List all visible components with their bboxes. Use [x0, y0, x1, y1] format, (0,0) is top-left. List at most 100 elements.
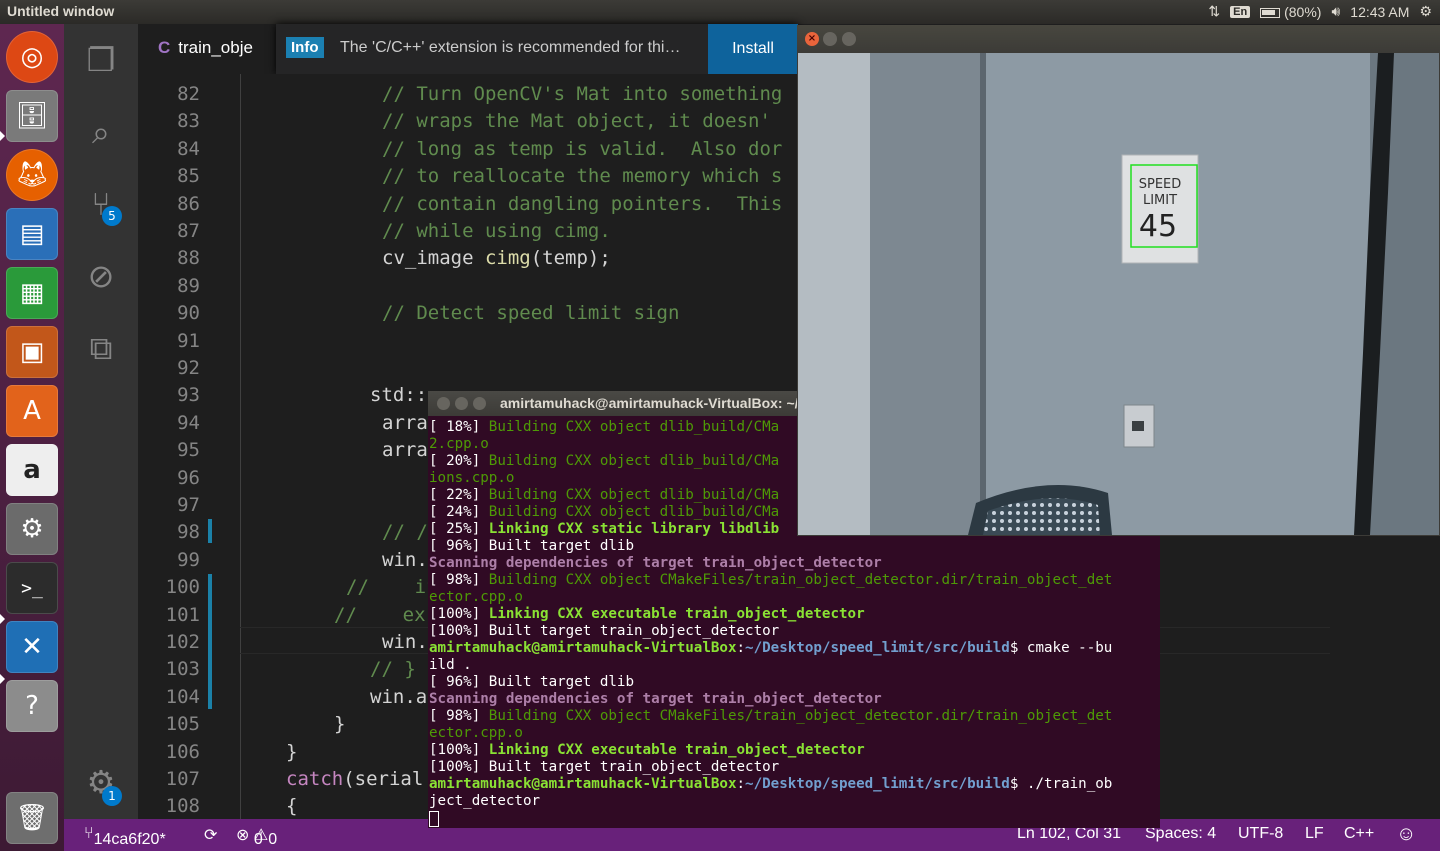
terminal-text-segment: [100%] — [429, 742, 489, 758]
unity-launcher: ◎ 🗄︎ 🦊︎ ▤ ▦ ▣ A a ⚙ >_ ✕ ? 🗑︎ — [0, 24, 64, 851]
search-icon[interactable]: ⌕ — [64, 104, 138, 160]
extensions-icon[interactable]: ⧉ — [64, 320, 138, 376]
image-window-titlebar[interactable]: × — [797, 25, 1440, 53]
problems-indicator[interactable]: ⊗ 0 ⚠ 0 — [236, 825, 277, 848]
source-control-icon[interactable]: ⑂ 5 — [64, 176, 138, 232]
code-line: arra — [382, 411, 428, 434]
code-line: // contain dangling pointers. This — [382, 192, 783, 215]
language-mode[interactable]: C++ — [1344, 825, 1374, 843]
terminal-icon[interactable]: >_ — [6, 562, 58, 614]
code-line: // } — [370, 658, 416, 681]
code-line: arra — [382, 439, 428, 462]
terminal-text-segment: ~/Desktop/speed_limit/src/build — [745, 776, 1010, 792]
battery-indicator[interactable]: (80%) — [1260, 4, 1321, 20]
window-title: Untitled window — [7, 3, 115, 19]
battery-icon — [1260, 7, 1281, 18]
line-number: 106 — [165, 740, 200, 763]
trash-icon[interactable]: 🗑︎ — [6, 792, 58, 844]
system-settings-icon[interactable]: ⚙ — [6, 503, 58, 555]
line-number: 104 — [165, 685, 200, 708]
editor-tab[interactable]: Ctrain_obje — [138, 24, 288, 74]
image-viewer-window[interactable]: × SPEED LIMIT 45 — [797, 25, 1440, 536]
line-number: 94 — [177, 411, 200, 434]
terminal-line: Scanning dependencies of target train_ob… — [429, 691, 1159, 708]
files-icon[interactable]: 🗄︎ — [6, 90, 58, 142]
sync-icon[interactable]: ⟳ — [204, 825, 217, 845]
explorer-icon[interactable]: ❐ — [64, 32, 138, 88]
terminal-line: [ 96%] Built target dlib — [429, 538, 1159, 555]
terminal-text-segment: [ 18%] — [429, 419, 489, 435]
help-icon[interactable]: ? — [6, 680, 58, 732]
code-line: // to reallocate the memory which s — [382, 165, 783, 188]
code-line: // long as temp is valid. Also dor — [382, 137, 783, 160]
code-line: // Detect speed limit sign — [382, 302, 680, 325]
writer-icon[interactable]: ▤ — [6, 208, 58, 260]
network-icon[interactable]: ⇅ — [1208, 3, 1220, 20]
firefox-icon[interactable]: 🦊︎ — [6, 149, 58, 201]
maximize-window-button[interactable] — [473, 397, 486, 410]
close-window-button[interactable]: × — [805, 32, 819, 46]
terminal-text-segment: [ 20%] — [429, 453, 489, 469]
install-button[interactable]: Install — [708, 24, 798, 74]
manage-gear-icon[interactable]: ⚙ 1 — [64, 754, 138, 810]
terminal-text-segment: Scanning dependencies of target train_ob… — [429, 555, 882, 571]
branch-indicator[interactable]: ⑂ 14ca6f20* — [84, 825, 166, 848]
line-number: 107 — [165, 768, 200, 790]
vscode-icon[interactable]: ✕ — [6, 621, 58, 673]
terminal-text-segment: [ 98%] — [429, 572, 489, 588]
eol-indicator[interactable]: LF — [1305, 825, 1324, 843]
line-number: 99 — [177, 548, 200, 571]
active-app-arrow — [0, 131, 5, 141]
terminal-text-segment: ector.cpp.o — [429, 725, 523, 741]
battery-percent: (80%) — [1284, 3, 1322, 20]
gutter-modified-marker — [208, 519, 212, 543]
line-number: 83 — [177, 110, 200, 133]
terminal-line: [100%] Built target train_object_detecto… — [429, 623, 1159, 640]
line-number: 90 — [177, 302, 200, 325]
code-line: // wraps the Mat object, it doesn' — [382, 110, 771, 133]
line-number: 88 — [177, 247, 200, 270]
encoding-indicator[interactable]: UTF-8 — [1238, 825, 1283, 843]
terminal-line: ector.cpp.o — [429, 589, 1159, 606]
terminal-text-segment: [ 96%] Built target dlib — [429, 674, 634, 690]
source-control-badge: 5 — [102, 206, 122, 226]
line-number: 96 — [177, 466, 200, 489]
terminal-line: [100%] Linking CXX executable train_obje… — [429, 606, 1159, 623]
software-center-icon[interactable]: A — [6, 385, 58, 437]
calc-icon[interactable]: ▦ — [6, 267, 58, 319]
ubuntu-dash-icon[interactable]: ◎ — [6, 31, 58, 83]
debug-icon[interactable]: ⊘ — [64, 248, 138, 304]
clock[interactable]: 12:43 AM — [1350, 4, 1409, 20]
line-number: 98 — [177, 521, 200, 544]
extension-notification: Info The 'C/C++' extension is recommende… — [276, 24, 798, 74]
terminal-text-segment: Scanning dependencies of target train_ob… — [429, 691, 882, 707]
speed-limit-scene: SPEED LIMIT 45 — [798, 53, 1439, 535]
code-line: // while using cimg. — [382, 220, 611, 242]
terminal-line: ject_detector — [429, 793, 1159, 810]
line-number: 93 — [177, 384, 200, 407]
terminal-text-segment: : — [736, 776, 746, 792]
minimize-window-button[interactable] — [823, 32, 837, 46]
terminal-text-segment: amirtamuhack@amirtamuhack-VirtualBox — [429, 640, 737, 656]
notification-severity-badge: Info — [286, 37, 324, 58]
keyboard-layout-indicator[interactable]: En — [1230, 5, 1251, 18]
camera-frame: SPEED LIMIT 45 — [798, 53, 1439, 535]
top-panel: Untitled window ⇅ En (80%) 🔊︎ 12:43 AM ⚙ — [0, 0, 1440, 24]
settings-gear-icon[interactable]: ⚙ — [1419, 3, 1432, 20]
terminal-text-segment: $ cmake --bu — [1009, 640, 1113, 656]
line-number: 84 — [177, 137, 200, 160]
volume-icon[interactable]: 🔊︎ — [1331, 3, 1340, 20]
terminal-text-segment: Building CXX object dlib_build/CMa — [488, 504, 780, 520]
terminal-text-segment: Building CXX object CMakeFiles/train_obj… — [488, 572, 1113, 588]
terminal-text-segment: [100%] — [429, 606, 489, 622]
terminal-text-segment: [ 98%] — [429, 708, 489, 724]
minimize-window-button[interactable] — [455, 397, 468, 410]
impress-icon[interactable]: ▣ — [6, 326, 58, 378]
line-number: 87 — [177, 220, 200, 242]
amazon-icon[interactable]: a — [6, 444, 58, 496]
close-window-button[interactable] — [437, 397, 450, 410]
code-line: win. — [382, 631, 428, 653]
line-number: 86 — [177, 192, 200, 215]
maximize-window-button[interactable] — [842, 32, 856, 46]
feedback-smiley-icon[interactable]: ☺ — [1396, 823, 1416, 846]
